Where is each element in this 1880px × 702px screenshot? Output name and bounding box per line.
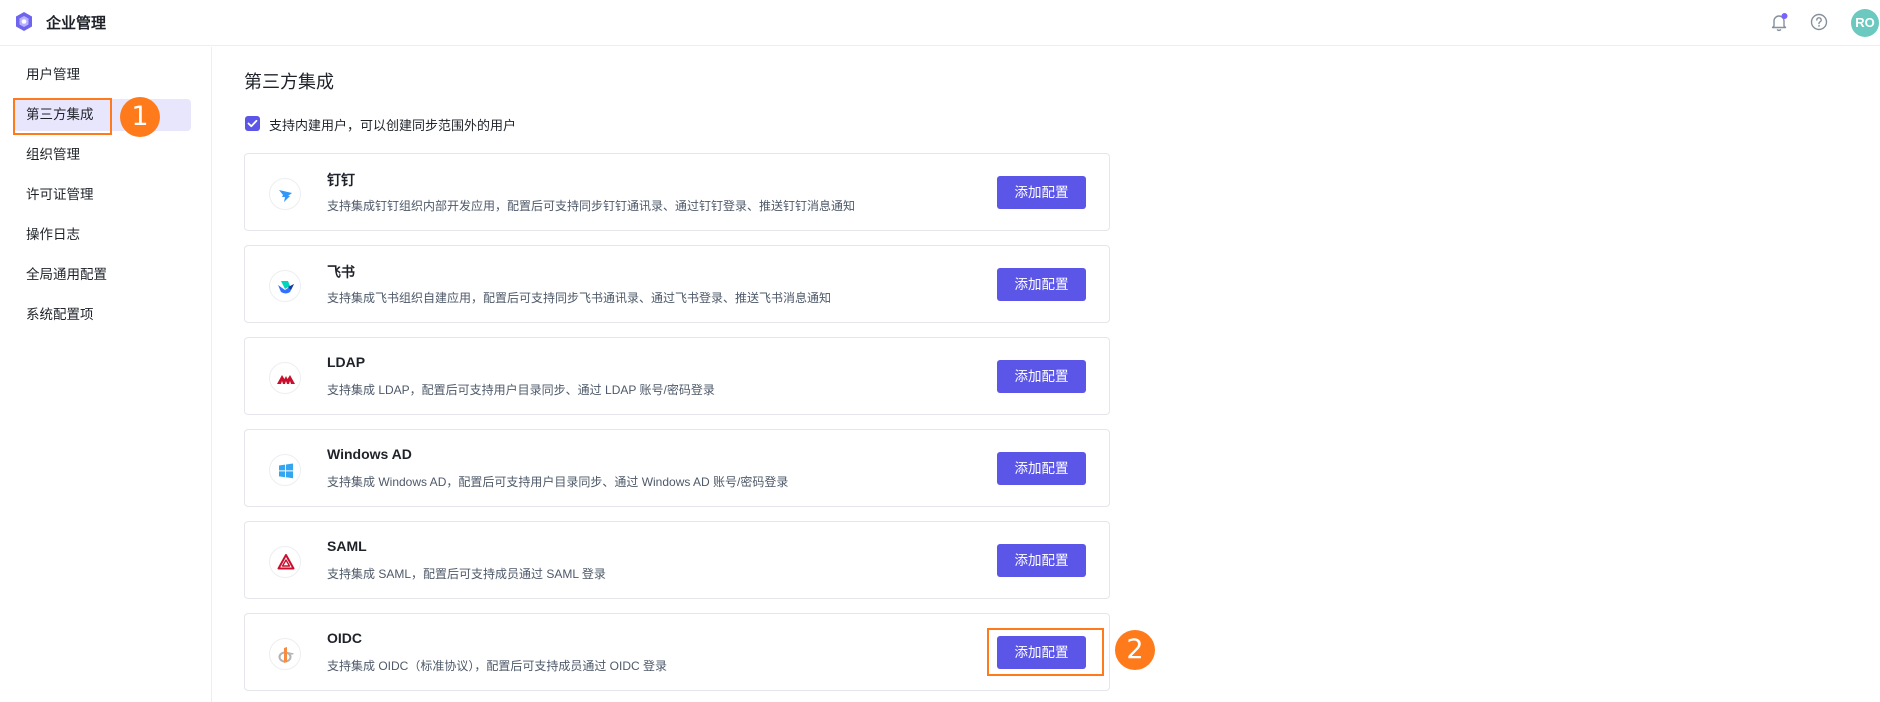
add-config-button-feishu[interactable]: 添加配置 [997,268,1086,301]
integration-card-dingtalk: 钉钉 支持集成钉钉组织内部开发应用，配置后可支持同步钉钉通讯录、通过钉钉登录、推… [244,153,1110,231]
step-marker-1: 1 [120,97,160,137]
integration-name: LDAP [327,354,366,370]
integration-card-feishu: 飞书 支持集成飞书组织自建应用，配置后可支持同步飞书通讯录、通过飞书登录、推送飞… [244,245,1110,323]
add-config-button-windows-ad[interactable]: 添加配置 [997,452,1086,485]
highlight-box-1 [13,98,112,135]
integration-description: 支持集成 SAML，配置后可支持成员通过 SAML 登录 [327,567,606,581]
highlight-box-2 [987,628,1104,676]
top-header: 企业管理 RO [0,0,1880,46]
builtin-users-checkbox-label: 支持内建用户，可以创建同步范围外的用户 [269,118,517,133]
sidebar-item-operation-log[interactable]: 操作日志 [14,219,190,251]
builtin-users-checkbox[interactable] [245,116,260,131]
notification-bell-icon[interactable] [1768,11,1790,33]
saml-icon [277,554,295,570]
page-title: 第三方集成 [244,72,334,92]
app-logo-icon [16,12,32,31]
help-icon[interactable] [1808,11,1830,33]
add-config-button-saml[interactable]: 添加配置 [997,544,1086,577]
checkmark-icon [247,119,258,128]
integration-description: 支持集成 OIDC（标准协议），配置后可支持成员通过 OIDC 登录 [327,659,668,673]
sidebar-item-global-settings[interactable]: 全局通用配置 [14,259,190,291]
integration-card-ldap: LDAP 支持集成 LDAP，配置后可支持用户目录同步、通过 LDAP 账号/密… [244,337,1110,415]
app-title: 企业管理 [46,15,107,32]
dingtalk-icon [279,190,292,202]
integration-name: Windows AD [327,446,412,462]
add-config-button-dingtalk[interactable]: 添加配置 [997,176,1086,209]
feishu-icon [278,281,294,294]
sidebar-item-organization-management[interactable]: 组织管理 [14,139,190,171]
sidebar-item-system-config[interactable]: 系统配置项 [14,299,190,331]
integration-name: SAML [327,538,367,554]
sidebar-item-user-management[interactable]: 用户管理 [14,59,190,91]
integration-description: 支持集成钉钉组织内部开发应用，配置后可支持同步钉钉通讯录、通过钉钉登录、推送钉钉… [327,199,856,213]
sidebar-item-license-management[interactable]: 许可证管理 [14,179,190,211]
integration-name: 飞书 [327,264,355,280]
integration-card-windows-ad: Windows AD 支持集成 Windows AD，配置后可支持用户目录同步、… [244,429,1110,507]
integration-name: OIDC [327,630,362,646]
ldap-icon [277,375,295,384]
integration-name: 钉钉 [327,172,355,188]
oidc-icon [278,647,294,663]
step-marker-2: 2 [1115,630,1155,670]
windows-icon [279,463,293,479]
integration-description: 支持集成飞书组织自建应用，配置后可支持同步飞书通讯录、通过飞书登录、推送飞书消息… [327,291,832,305]
user-avatar[interactable]: RO [1851,9,1879,37]
add-config-button-ldap[interactable]: 添加配置 [997,360,1086,393]
sidebar: 用户管理 第三方集成 组织管理 许可证管理 操作日志 全局通用配置 系统配置项 [0,47,212,702]
integration-card-oidc: OIDC 支持集成 OIDC（标准协议），配置后可支持成员通过 OIDC 登录 … [244,613,1110,691]
integration-description: 支持集成 LDAP，配置后可支持用户目录同步、通过 LDAP 账号/密码登录 [327,383,715,397]
integration-description: 支持集成 Windows AD，配置后可支持用户目录同步、通过 Windows … [327,475,789,489]
integration-card-saml: SAML 支持集成 SAML，配置后可支持成员通过 SAML 登录 添加配置 [244,521,1110,599]
